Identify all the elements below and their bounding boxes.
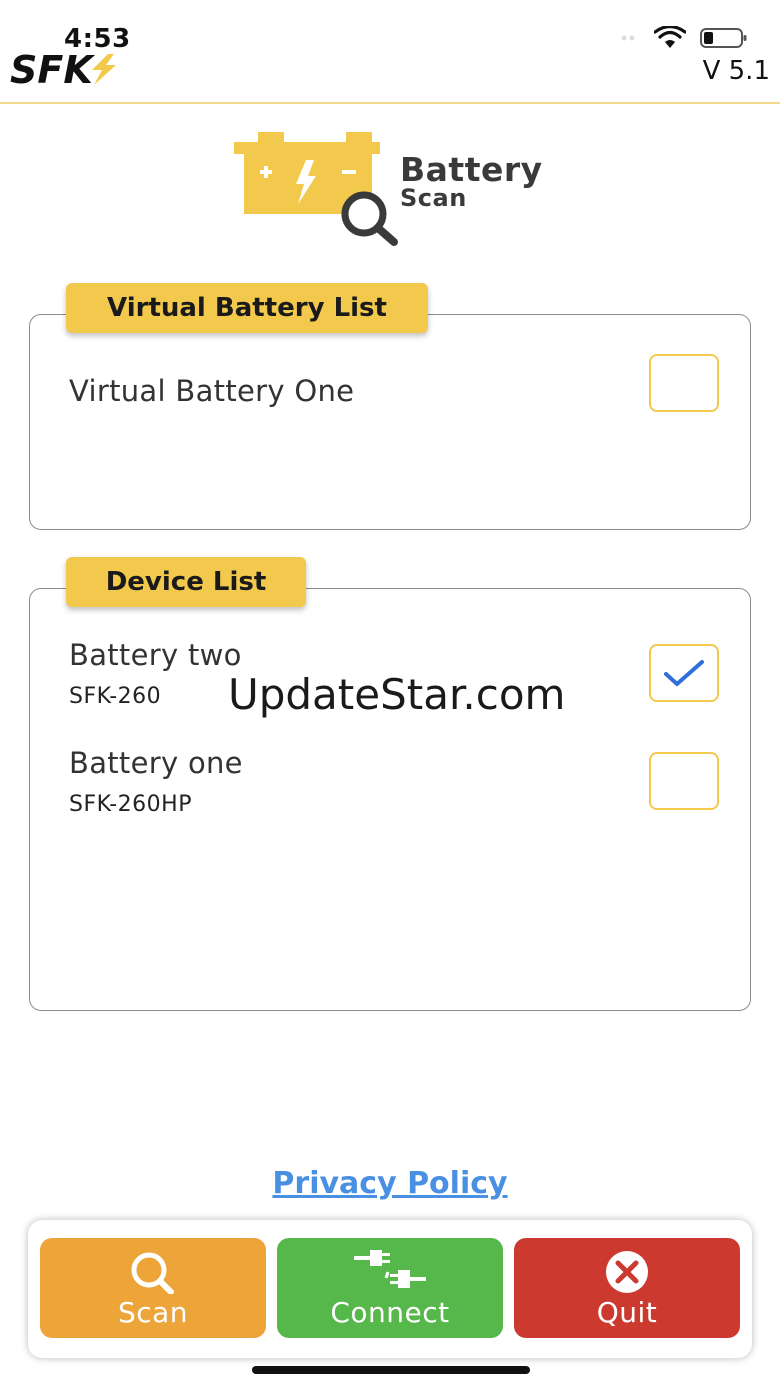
- connect-button-label: Connect: [330, 1296, 450, 1329]
- device-checkbox[interactable]: [649, 752, 719, 810]
- close-icon: [606, 1251, 648, 1293]
- checkmark-icon: [664, 660, 704, 686]
- wifi-icon: [654, 26, 686, 48]
- search-icon: [131, 1252, 174, 1294]
- status-time: 4:53: [64, 24, 131, 54]
- device-checkbox-checked[interactable]: [649, 644, 719, 702]
- device-item-model: SFK-260HP: [69, 792, 192, 817]
- sfk-logo-text: SFK: [10, 52, 95, 86]
- virtual-battery-panel: [29, 314, 751, 530]
- signal-dots-icon: [621, 35, 635, 41]
- privacy-policy-link[interactable]: Privacy Policy: [0, 1166, 780, 1201]
- status-bar: 4:53 SFK V 5.1: [0, 0, 780, 104]
- logo-bolt-icon: [92, 54, 116, 85]
- device-list-header: Device List: [66, 557, 306, 607]
- hero-subtitle: Scan: [400, 184, 467, 212]
- virtual-battery-checkbox[interactable]: [649, 354, 719, 412]
- device-item-name[interactable]: Battery one: [69, 746, 243, 780]
- scan-button[interactable]: Scan: [40, 1238, 266, 1338]
- connect-button[interactable]: Connect: [277, 1238, 503, 1338]
- bottom-toolbar: Scan Connect Quit: [28, 1220, 752, 1358]
- scan-button-label: Scan: [117, 1296, 189, 1329]
- device-item-name[interactable]: Battery two: [69, 638, 242, 672]
- virtual-battery-item-name[interactable]: Virtual Battery One: [69, 374, 354, 408]
- battery-status-icon: [700, 28, 747, 48]
- quit-button-label: Quit: [596, 1296, 658, 1329]
- sfk-brand-logo: SFK: [10, 52, 116, 86]
- watermark-text: UpdateStar.com: [228, 670, 566, 719]
- app-version: V 5.1: [702, 56, 770, 86]
- plug-icon: [354, 1250, 426, 1288]
- virtual-battery-list-header: Virtual Battery List: [66, 283, 428, 333]
- system-status-icons: [620, 26, 748, 50]
- device-item-model: SFK-260: [69, 684, 162, 709]
- quit-button[interactable]: Quit: [514, 1238, 740, 1338]
- home-indicator: [252, 1366, 530, 1374]
